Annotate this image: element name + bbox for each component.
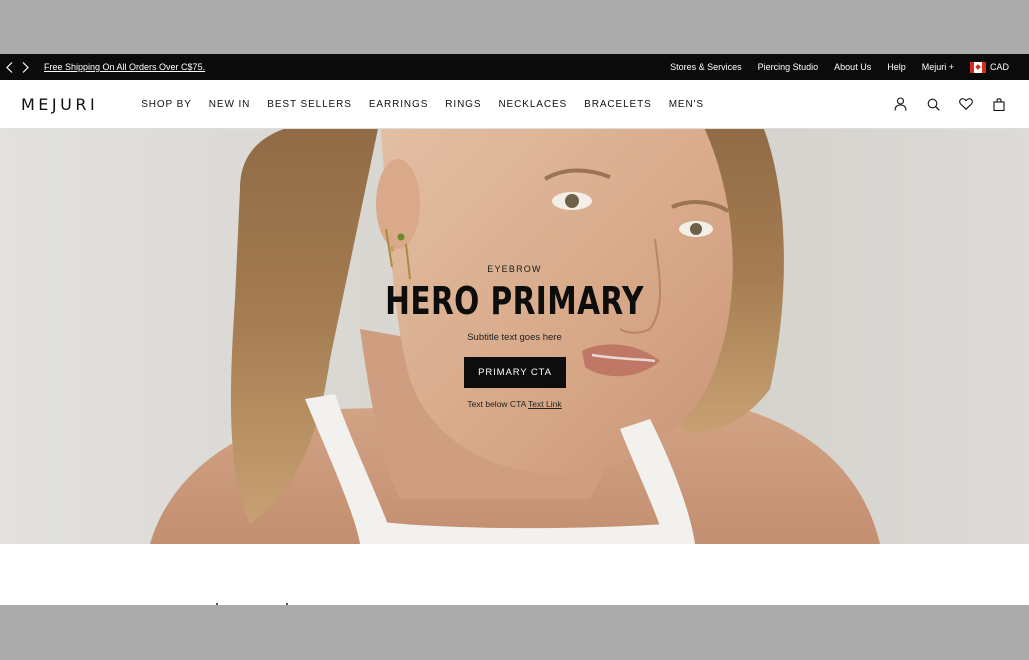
hero-banner: EYEBROW HERO PRIMARY Subtitle text goes … xyxy=(0,129,1029,544)
mejuri-logo[interactable]: MEJURI xyxy=(21,95,98,114)
hero-subtitle: Subtitle text goes here xyxy=(467,332,562,343)
hero-text-link[interactable]: Text Link xyxy=(528,399,562,409)
search-button[interactable] xyxy=(925,96,941,112)
currency-selector[interactable]: CAD xyxy=(969,61,1009,73)
canada-flag-icon xyxy=(969,61,986,73)
nav-rings[interactable]: RINGS xyxy=(445,99,481,110)
mejuri-plus-link[interactable]: Mejuri + xyxy=(922,62,954,72)
header-icons xyxy=(892,96,1007,112)
chevron-right-icon xyxy=(22,61,29,73)
main-nav: SHOP BY NEW IN BEST SELLERS EARRINGS RIN… xyxy=(141,99,704,110)
browser-chrome-top xyxy=(0,0,1029,54)
nav-earrings[interactable]: EARRINGS xyxy=(369,99,428,110)
hero-title: HERO PRIMARY xyxy=(385,279,644,323)
primary-cta-button[interactable]: PRIMARY CTA xyxy=(464,357,566,388)
free-shipping-link[interactable]: Free Shipping On All Orders Over C$75. xyxy=(44,62,205,72)
account-button[interactable] xyxy=(892,96,908,112)
next-section xyxy=(0,544,1029,605)
wishlist-heart-icon xyxy=(959,98,973,110)
hero-content: EYEBROW HERO PRIMARY Subtitle text goes … xyxy=(0,129,1029,544)
stores-services-link[interactable]: Stores & Services xyxy=(670,62,742,72)
promo-next-button[interactable] xyxy=(20,60,30,74)
hero-below-cta: Text below CTA Text Link xyxy=(0,399,1029,409)
search-icon xyxy=(927,98,940,111)
about-us-link[interactable]: About Us xyxy=(834,62,871,72)
utility-links: Stores & Services Piercing Studio About … xyxy=(670,61,1009,73)
help-link[interactable]: Help xyxy=(887,62,906,72)
wishlist-button[interactable] xyxy=(958,96,974,112)
account-icon xyxy=(893,97,907,111)
chevron-left-icon xyxy=(5,61,12,73)
hero-eyebrow: EYEBROW xyxy=(487,264,542,274)
piercing-studio-link[interactable]: Piercing Studio xyxy=(758,62,819,72)
below-cta-text: Text below CTA xyxy=(467,399,526,409)
nav-shop-by[interactable]: SHOP BY xyxy=(141,99,192,110)
currency-label: CAD xyxy=(989,62,1009,72)
browser-chrome-bottom xyxy=(0,605,1029,660)
bag-button[interactable] xyxy=(991,96,1007,112)
promo-carousel-controls xyxy=(4,60,30,74)
nav-necklaces[interactable]: NECKLACES xyxy=(498,99,567,110)
nav-best-sellers[interactable]: BEST SELLERS xyxy=(267,99,352,110)
nav-mens[interactable]: MEN'S xyxy=(669,99,704,110)
nav-bracelets[interactable]: BRACELETS xyxy=(584,99,652,110)
nav-new-in[interactable]: NEW IN xyxy=(209,99,251,110)
announcement-bar: Free Shipping On All Orders Over C$75. S… xyxy=(0,54,1029,80)
shopping-bag-icon xyxy=(993,97,1005,111)
promo-prev-button[interactable] xyxy=(4,60,14,74)
site-header: MEJURI SHOP BY NEW IN BEST SELLERS EARRI… xyxy=(0,80,1029,129)
